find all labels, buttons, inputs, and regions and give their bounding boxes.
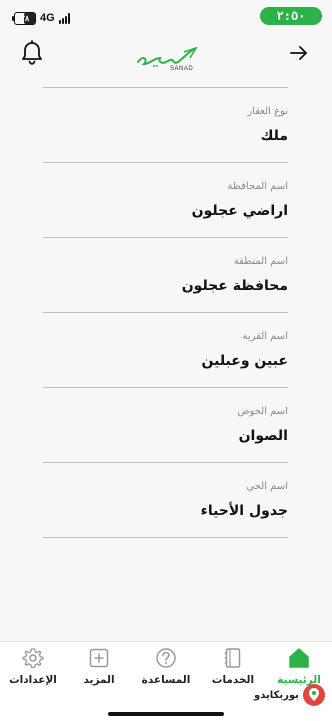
field-label: اسم الحي xyxy=(246,481,288,492)
battery-icon: ٢٨ xyxy=(12,11,36,25)
field-label: اسم القرية xyxy=(242,331,288,342)
field-value: ملك xyxy=(260,128,288,144)
nav-more[interactable]: المزيد xyxy=(66,642,132,702)
location-pin-icon xyxy=(303,684,325,706)
logo-text: SANAD xyxy=(170,66,194,72)
plus-square-icon xyxy=(89,648,109,668)
field-area: اسم المنطقة محافظة عجلون xyxy=(43,237,288,312)
field-governorate: اسم المحافظة اراضي عجلون xyxy=(43,162,288,237)
field-value: محافظة عجلون xyxy=(181,278,288,294)
nav-label: الخدمات xyxy=(211,674,255,686)
battery-level: ٢٨ xyxy=(20,13,30,23)
question-circle-icon xyxy=(156,648,176,668)
nav-settings[interactable]: الإعدادات xyxy=(0,642,66,702)
field-label: اسم المحافظة xyxy=(227,181,288,192)
signal-icon xyxy=(58,12,70,24)
bell-icon[interactable] xyxy=(20,40,44,66)
field-basin: اسم الحوض الصوان xyxy=(43,387,288,462)
field-value: اراضي عجلون xyxy=(191,203,288,219)
network-type: 4G xyxy=(40,12,55,24)
field-label: اسم المنطقة xyxy=(233,256,288,267)
sanad-logo-icon xyxy=(137,47,197,67)
bottom-nav: الإعدادات المزيد المساعدة الخدمات الرئيس… xyxy=(0,641,332,721)
gear-icon xyxy=(22,648,44,669)
field-property-type: نوع العقار ملك xyxy=(43,87,288,162)
field-neighborhood: اسم الحي جدول الأحياء xyxy=(43,462,288,538)
nav-label: المزيد xyxy=(83,674,115,686)
field-village: اسم القرية عبين وعبلين xyxy=(43,312,288,387)
app-header: SANAD xyxy=(0,36,332,86)
field-label: اسم الحوض xyxy=(237,406,288,417)
home-icon xyxy=(289,648,309,668)
nav-label: الإعدادات xyxy=(9,674,57,686)
nav-help[interactable]: المساعدة xyxy=(133,642,199,702)
field-value: الصوان xyxy=(238,428,288,444)
field-value: عبين وعبلين xyxy=(201,353,288,369)
watermark-text: بوربكايدو xyxy=(254,690,299,701)
status-time: ٢:٥٠ xyxy=(260,7,322,25)
status-bar: ٢٨ 4G ٢:٥٠ xyxy=(0,0,332,36)
document-icon xyxy=(224,648,241,668)
property-details: نوع العقار ملك اسم المحافظة اراضي عجلون … xyxy=(43,87,288,538)
status-indicators: ٢٨ 4G xyxy=(12,10,70,26)
field-label: نوع العقار xyxy=(247,106,288,117)
nav-label: المساعدة xyxy=(141,674,191,686)
home-indicator xyxy=(108,712,224,716)
arrow-right-icon[interactable] xyxy=(288,44,310,62)
field-value: جدول الأحياء xyxy=(200,503,288,519)
